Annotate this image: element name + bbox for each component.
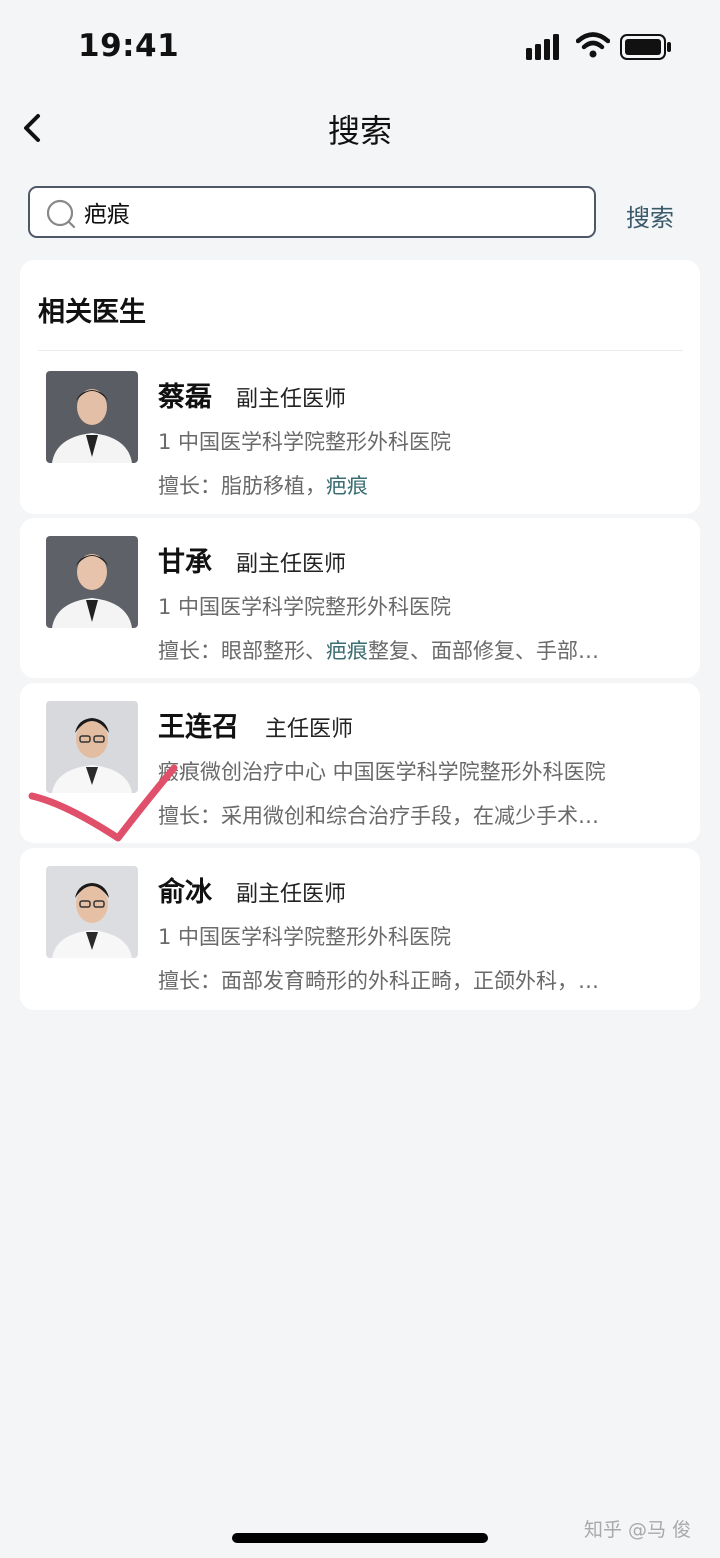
doctor-title: 主任医师 bbox=[265, 717, 354, 742]
cellular-signal-icon bbox=[526, 34, 559, 60]
checkmark-icon bbox=[28, 764, 178, 842]
search-button[interactable]: 搜索 bbox=[626, 198, 674, 233]
specialty-highlight: 疤痕 bbox=[326, 474, 368, 498]
doctor-specialty: 擅长：采用微创和综合治疗手段，在减少手术… bbox=[158, 800, 663, 830]
doctor-name: 王连召 bbox=[158, 712, 239, 743]
divider bbox=[38, 350, 683, 351]
navigation-bar: 搜索 bbox=[0, 96, 720, 160]
doctor-specialty: 擅长：眼部整形、疤痕整复、面部修复、手部… bbox=[158, 635, 663, 665]
specialty-text-rest: 整复、面部修复、手部… bbox=[368, 639, 599, 663]
search-icon bbox=[46, 199, 76, 229]
status-bar: 19:41 bbox=[0, 0, 720, 96]
doctor-name: 蔡磊 bbox=[158, 382, 212, 413]
page-title: 搜索 bbox=[327, 112, 392, 150]
specialty-highlight: 疤痕 bbox=[326, 639, 368, 663]
doctor-specialty: 擅长：脂肪移植，疤痕 bbox=[158, 470, 663, 500]
specialty-text: 擅长：脂肪移植， bbox=[158, 474, 326, 498]
doctor-title: 副主任医师 bbox=[236, 882, 347, 907]
doctor-avatar bbox=[46, 536, 138, 628]
doctor-name: 甘承 bbox=[158, 547, 212, 578]
battery-icon bbox=[620, 34, 671, 60]
status-time: 19:41 bbox=[78, 28, 180, 64]
specialty-text: 擅长：采用微创和综合治疗手段，在减少手术… bbox=[158, 804, 599, 828]
doctor-hospital: 1 中国医学科学院整形外科医院 bbox=[158, 430, 452, 454]
doctor-hospital: 1 中国医学科学院整形外科医院 bbox=[158, 595, 452, 619]
section-title: 相关医生 bbox=[38, 297, 146, 328]
search-input[interactable] bbox=[84, 196, 584, 228]
home-indicator[interactable] bbox=[232, 1533, 488, 1543]
doctor-hospital: 瘢痕微创治疗中心 中国医学科学院整形外科医院 bbox=[158, 760, 606, 784]
doctor-avatar bbox=[46, 371, 138, 463]
watermark: 知乎 @马 俊 bbox=[584, 1519, 692, 1541]
doctor-hospital: 1 中国医学科学院整形外科医院 bbox=[158, 925, 452, 949]
search-field[interactable] bbox=[28, 186, 596, 238]
doctor-title: 副主任医师 bbox=[236, 387, 347, 412]
specialty-text: 擅长：眼部整形、 bbox=[158, 639, 326, 663]
doctor-avatar bbox=[46, 866, 138, 958]
wifi-icon bbox=[576, 32, 610, 58]
doctor-name: 俞冰 bbox=[158, 877, 212, 908]
doctor-title: 副主任医师 bbox=[236, 552, 347, 577]
specialty-text: 擅长：面部发育畸形的外科正畸，正颌外科，… bbox=[158, 969, 599, 993]
doctor-specialty: 擅长：面部发育畸形的外科正畸，正颌外科，… bbox=[158, 965, 663, 995]
